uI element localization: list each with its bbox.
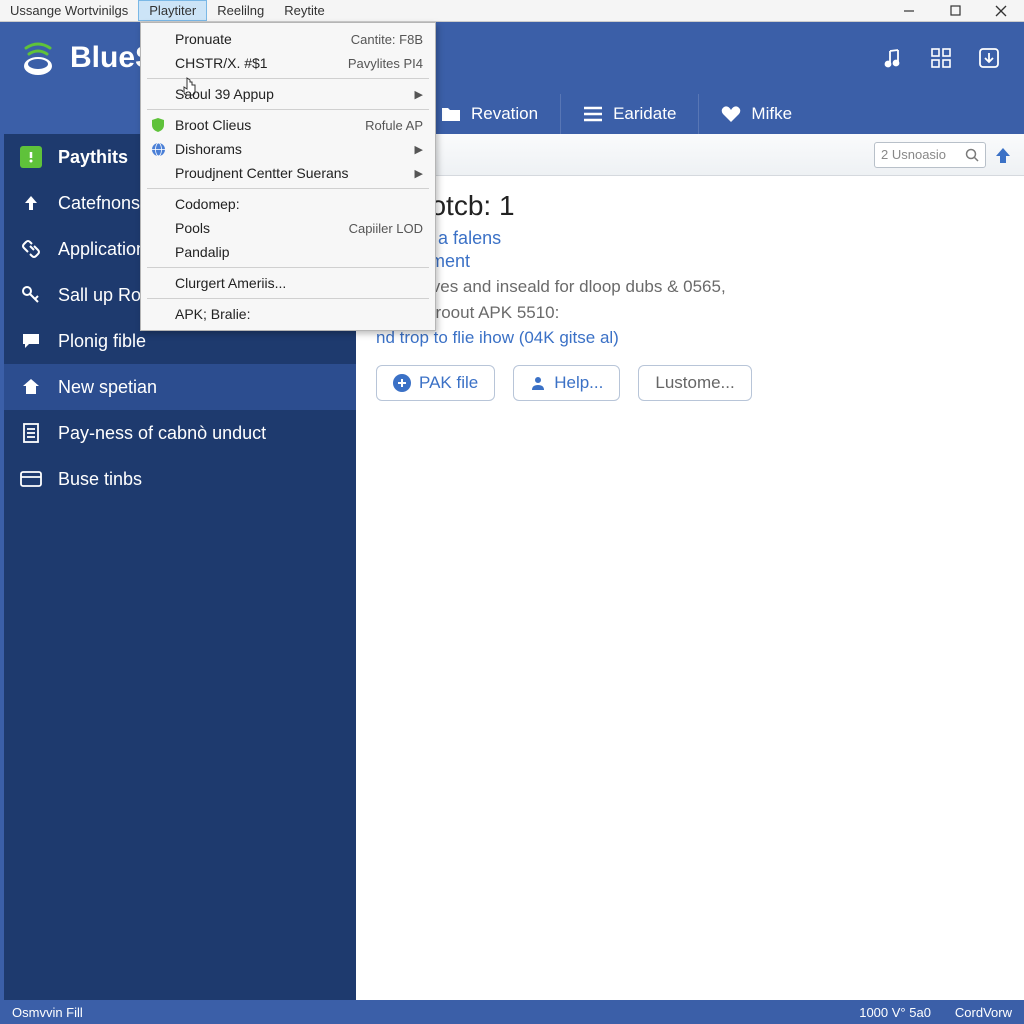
- dd-apk-bralie[interactable]: APK; Bralie:: [141, 302, 435, 326]
- tab-label: Earidate: [613, 104, 676, 124]
- desc-line-2: e use laroout APK 5510:: [376, 300, 1004, 326]
- sidebar-item-new-spetian[interactable]: New spetian: [0, 364, 356, 410]
- desc-line-1: all, & alves and inseald for dloop dubs …: [376, 274, 1004, 300]
- scroll-top-icon[interactable]: [994, 146, 1012, 164]
- tab-mifke[interactable]: Mifke: [698, 94, 814, 134]
- link-icon: [20, 238, 42, 260]
- person-icon: [530, 375, 546, 391]
- search-placeholder: 2 Usnoasio: [881, 147, 946, 162]
- brand-icon: [16, 36, 60, 80]
- desc-sub-link[interactable]: nd trop to flie ihow (04K gitse al): [376, 325, 1004, 351]
- window-controls: [886, 0, 1024, 21]
- link-reding[interactable]: Reding a falens: [376, 228, 1004, 249]
- up-arrow-icon: [20, 192, 42, 214]
- maximize-button[interactable]: [932, 0, 978, 21]
- dd-saoul[interactable]: Saoul 39 Appup▶: [141, 82, 435, 106]
- tab-label: Revation: [471, 104, 538, 124]
- dd-clurgert[interactable]: Clurgert Ameriis...: [141, 271, 435, 295]
- status-mid: 1000 V° 5a0: [859, 1005, 931, 1020]
- pak-file-button[interactable]: PAK file: [376, 365, 495, 401]
- menu-playtiter[interactable]: Playtiter: [138, 0, 207, 21]
- grid-icon[interactable]: [928, 45, 954, 71]
- sidebar-item-label: Buse tinbs: [58, 469, 142, 490]
- tab-earidate[interactable]: Earidate: [560, 94, 698, 134]
- dd-dishorams[interactable]: Dishorams▶: [141, 137, 435, 161]
- search-icon: [965, 148, 979, 162]
- dd-codomep[interactable]: Codomep:: [141, 192, 435, 216]
- chat-icon: [20, 330, 42, 352]
- header-actions: [880, 45, 1002, 71]
- menu-reelilng[interactable]: Reelilng: [207, 0, 274, 21]
- list-icon: [583, 106, 603, 122]
- sidebar-item-buse-tinbs[interactable]: Buse tinbs: [0, 456, 356, 502]
- doc-icon: [20, 422, 42, 444]
- dd-pronuate[interactable]: PronuateCantite: F8B: [141, 27, 435, 51]
- menubar: Ussange Wortvinilgs Playtiter Reelilng R…: [0, 0, 335, 21]
- button-label: Lustome...: [655, 373, 734, 393]
- plus-circle-icon: [393, 374, 411, 392]
- menu-reytite[interactable]: Reytite: [274, 0, 334, 21]
- sidebar-item-label: Plonig fible: [58, 331, 146, 352]
- dd-pools[interactable]: PoolsCapiiler LOD: [141, 216, 435, 240]
- lustome-button[interactable]: Lustome...: [638, 365, 751, 401]
- green-exclaim-icon: [20, 146, 42, 168]
- sidebar-item-label: Catefnons: [58, 193, 140, 214]
- tab-label: Mifke: [751, 104, 792, 124]
- button-label: Help...: [554, 373, 603, 393]
- button-row: PAK file Help... Lustome...: [376, 365, 1004, 401]
- download-box-icon[interactable]: [976, 45, 1002, 71]
- heart-icon: [721, 105, 741, 123]
- status-bar: Osmvvin Fill 1000 V° 5a0 CordVorw: [0, 1000, 1024, 1024]
- dd-chstrx[interactable]: CHSTR/X. #$1Pavylites PI4: [141, 51, 435, 75]
- card-icon: [20, 468, 42, 490]
- sidebar-item-label: Sall up Roli: [58, 285, 149, 306]
- tab-revation[interactable]: Revation: [418, 94, 560, 134]
- dropdown-menu: PronuateCantite: F8B CHSTR/X. #$1Pavylit…: [140, 22, 436, 331]
- sidebar-item-label: Pay-ness of cabnò unduct: [58, 423, 266, 444]
- home-icon: [20, 376, 42, 398]
- search-input[interactable]: 2 Usnoasio: [874, 142, 986, 168]
- key-icon: [20, 284, 42, 306]
- help-button[interactable]: Help...: [513, 365, 620, 401]
- dd-broot[interactable]: Broot ClieusRofule AP: [141, 113, 435, 137]
- button-label: PAK file: [419, 373, 478, 393]
- page-title: Anwotcb: 1: [376, 190, 1004, 222]
- minimize-button[interactable]: [886, 0, 932, 21]
- content-area: Anwotcb: 1 Reding a falens Sovvniment al…: [356, 176, 1024, 415]
- link-sovvniment[interactable]: Sovvniment: [376, 251, 1004, 272]
- sidebar-item-label: New spetian: [58, 377, 157, 398]
- logo: BlueS: [16, 36, 155, 80]
- dd-pandalip[interactable]: Pandalip: [141, 240, 435, 264]
- breadcrumb-bar: ise. 2 Usnoasio: [356, 134, 1024, 176]
- close-button[interactable]: [978, 0, 1024, 21]
- sidebar-item-payness[interactable]: Pay-ness of cabnò unduct: [0, 410, 356, 456]
- shield-green-icon: [149, 116, 167, 134]
- menu-ussange[interactable]: Ussange Wortvinilgs: [0, 0, 138, 21]
- sidebar-item-label: Application: [58, 239, 146, 260]
- main-panel: ise. 2 Usnoasio Anwotcb: 1 Reding a fale…: [356, 134, 1024, 1000]
- status-left: Osmvvin Fill: [12, 1005, 83, 1020]
- music-icon[interactable]: [880, 45, 906, 71]
- globe-icon: [149, 140, 167, 158]
- dd-proudjnent[interactable]: Proudjnent Centter Suerans▶: [141, 161, 435, 185]
- status-right: CordVorw: [955, 1005, 1012, 1020]
- folder-icon: [441, 105, 461, 123]
- titlebar: Ussange Wortvinilgs Playtiter Reelilng R…: [0, 0, 1024, 22]
- sidebar-item-label: Paythits: [58, 147, 128, 168]
